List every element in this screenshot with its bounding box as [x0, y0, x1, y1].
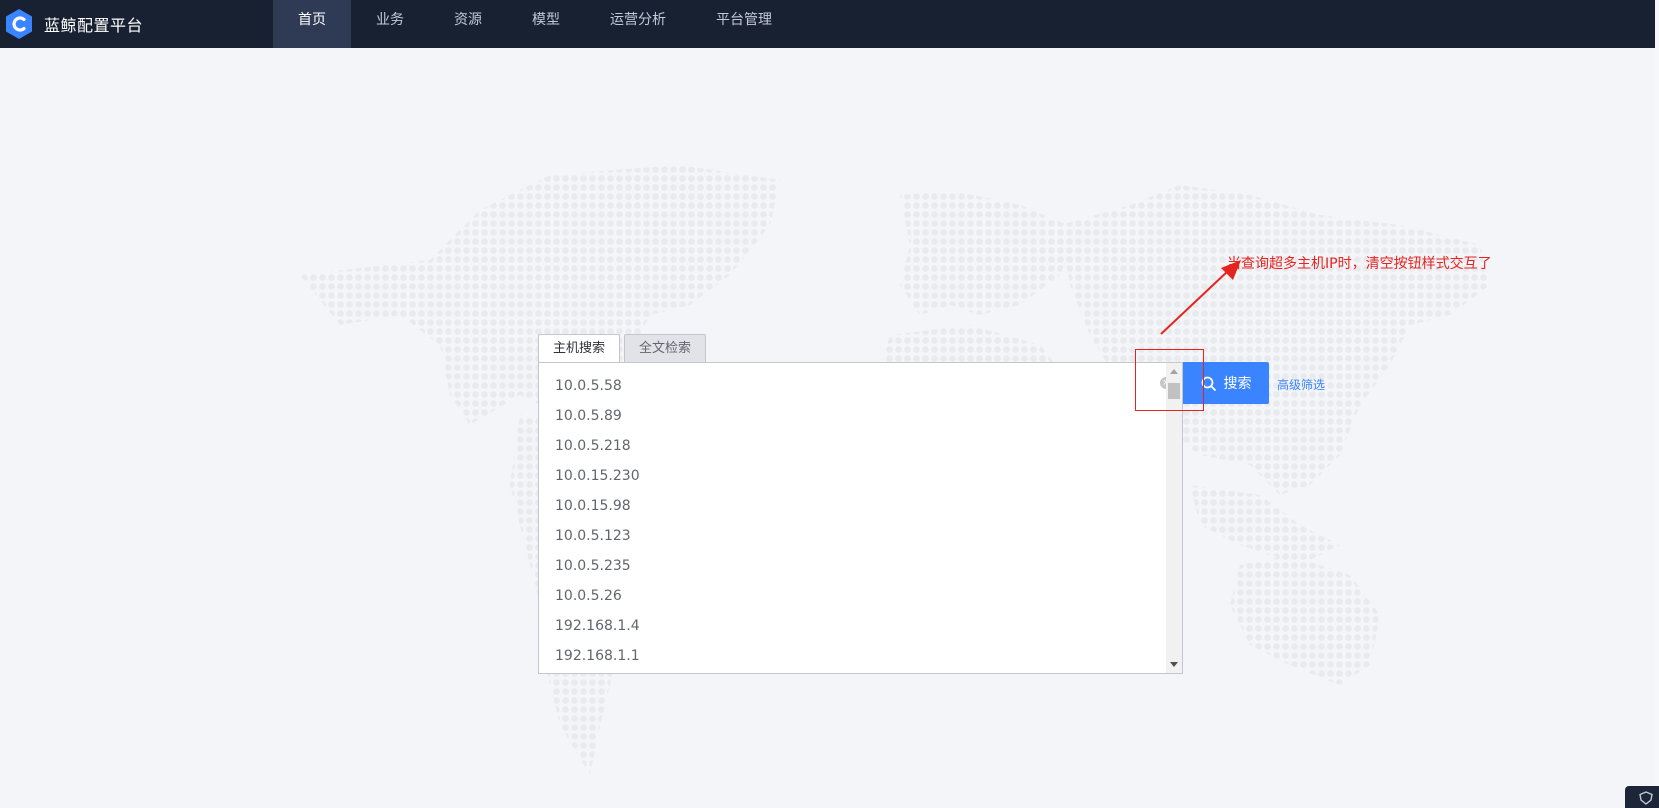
- host-ip-textarea[interactable]: 10.0.5.58 10.0.5.89 10.0.5.218 10.0.15.2…: [538, 362, 1183, 674]
- annotation-text: 当查询超多主机IP时，清空按钮样式交互了: [1227, 256, 1492, 272]
- bluewhale-logo-icon: [6, 9, 32, 39]
- advanced-filter-link[interactable]: 高级筛选: [1277, 376, 1325, 393]
- main-nav: 首页 业务 资源 模型 运营分析 平台管理: [273, 0, 797, 48]
- top-nav-bar: 蓝鲸配置平台 首页 业务 资源 模型 运营分析 平台管理: [0, 0, 1659, 48]
- nav-platform-admin[interactable]: 平台管理: [691, 0, 797, 48]
- annotation-highlight-box: [1135, 349, 1204, 411]
- ip-line: 10.0.5.89: [555, 408, 622, 424]
- logo[interactable]: 蓝鲸配置平台: [4, 4, 143, 44]
- ip-line: 10.0.5.26: [555, 588, 622, 604]
- ip-line: 192.168.1.4: [555, 618, 640, 634]
- scroll-down-arrow[interactable]: [1170, 662, 1178, 667]
- tab-host-search[interactable]: 主机搜索: [538, 334, 621, 363]
- search-tabs: 主机搜索 全文检索: [538, 334, 707, 363]
- ip-line: 10.0.5.58: [555, 378, 622, 394]
- ip-line: 10.0.5.123: [555, 528, 631, 544]
- nav-business[interactable]: 业务: [351, 0, 429, 48]
- nav-model[interactable]: 模型: [507, 0, 585, 48]
- page-edge: [1655, 0, 1659, 808]
- ip-list: 10.0.5.58 10.0.5.89 10.0.5.218 10.0.15.2…: [539, 363, 1182, 671]
- nav-analytics[interactable]: 运营分析: [585, 0, 691, 48]
- nav-resource[interactable]: 资源: [429, 0, 507, 48]
- ip-line: 10.0.5.235: [555, 558, 631, 574]
- ip-line: 10.0.15.98: [555, 498, 631, 514]
- ip-line: 192.168.1.1: [555, 648, 640, 664]
- tab-fulltext-search[interactable]: 全文检索: [624, 334, 707, 362]
- search-button-label: 搜索: [1223, 376, 1252, 392]
- ip-line: 10.0.5.218: [555, 438, 631, 454]
- app-title: 蓝鲸配置平台: [44, 16, 144, 35]
- shield-icon: [1639, 791, 1653, 805]
- nav-home[interactable]: 首页: [273, 0, 351, 48]
- corner-widget[interactable]: [1625, 786, 1659, 808]
- ip-line: 10.0.15.230: [555, 468, 640, 484]
